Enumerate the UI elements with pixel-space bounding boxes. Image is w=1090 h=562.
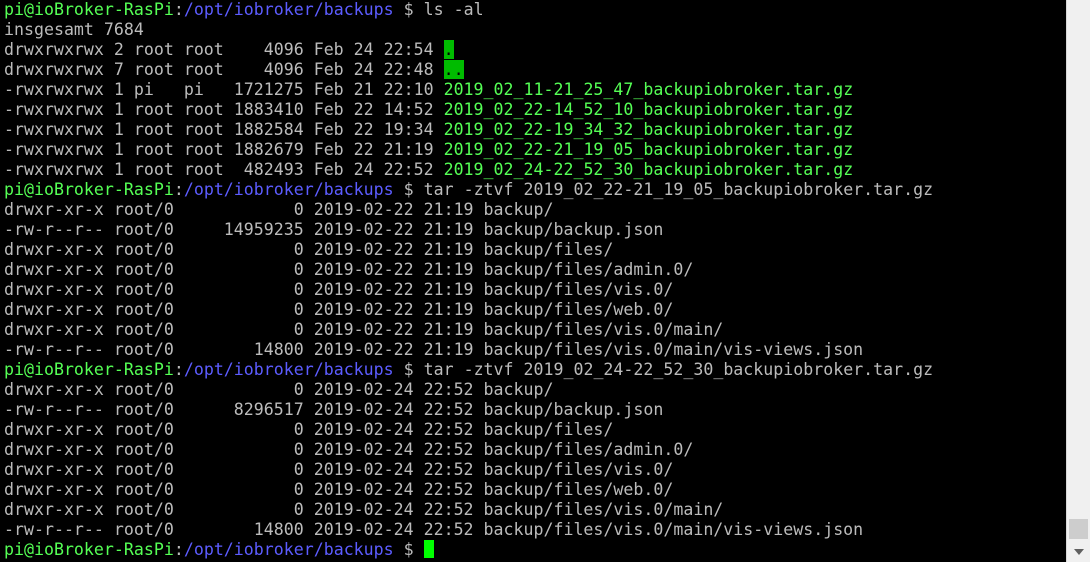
terminal-line: -rwxrwxrwx 1 root root 1882679 Feb 22 21… <box>4 140 933 160</box>
terminal-line: drwxr-xr-x root/0 0 2019-02-24 22:52 bac… <box>4 420 933 440</box>
terminal-text: -rw-r--r-- root/0 14800 2019-02-24 22:52… <box>4 520 864 539</box>
terminal-text: : <box>173 360 184 379</box>
terminal-text: drwxr-xr-x root/0 0 2019-02-24 22:52 bac… <box>4 480 674 499</box>
terminal-line: drwxr-xr-x root/0 0 2019-02-24 22:52 bac… <box>4 460 933 480</box>
directory-name: .. <box>443 60 464 79</box>
terminal-line: -rw-r--r-- root/0 14800 2019-02-22 21:19… <box>4 340 933 360</box>
terminal-text: -rwxrwxrwx 1 root root 482493 Feb 24 22:… <box>4 160 444 179</box>
terminal-text: -rwxrwxrwx 1 root root 1882584 Feb 22 19… <box>4 120 444 139</box>
terminal-line: drwxr-xr-x root/0 0 2019-02-24 22:52 bac… <box>4 480 933 500</box>
directory-name: . <box>443 40 454 59</box>
terminal-line: pi@ioBroker-RasPi:/opt/iobroker/backups … <box>4 180 933 200</box>
terminal-text: drwxr-xr-x root/0 0 2019-02-22 21:19 bac… <box>4 300 674 319</box>
terminal-text: -rw-r--r-- root/0 14959235 2019-02-22 21… <box>4 220 664 239</box>
terminal-text: -rwxrwxrwx 1 root root 1883410 Feb 22 14… <box>4 100 444 119</box>
terminal-window[interactable]: pi@ioBroker-RasPi:/opt/iobroker/backups … <box>0 0 1066 562</box>
terminal-line: pi@ioBroker-RasPi:/opt/iobroker/backups … <box>4 360 933 380</box>
terminal-line: insgesamt 7684 <box>4 20 933 40</box>
prompt-path: /opt/iobroker/backups <box>183 180 394 199</box>
terminal-line: drwxr-xr-x root/0 0 2019-02-22 21:19 bac… <box>4 240 933 260</box>
chevron-down-icon <box>1073 548 1084 555</box>
terminal-text: $ ls -al <box>393 0 484 19</box>
terminal-line: drwxrwxrwx 2 root root 4096 Feb 24 22:54… <box>4 40 933 60</box>
prompt-path: /opt/iobroker/backups <box>183 0 394 19</box>
terminal-line: drwxr-xr-x root/0 0 2019-02-22 21:19 bac… <box>4 300 933 320</box>
terminal-text: $ tar -ztvf 2019_02_22-21_19_05_backupio… <box>393 180 934 199</box>
prompt-path: /opt/iobroker/backups <box>183 540 394 559</box>
prompt-user-host: pi@ioBroker-RasPi <box>4 0 174 19</box>
terminal-line: drwxr-xr-x root/0 0 2019-02-22 21:19 bac… <box>4 280 933 300</box>
terminal-text: -rwxrwxrwx 1 pi pi 1721275 Feb 21 22:10 <box>4 80 444 99</box>
terminal-text: : <box>173 0 184 19</box>
archive-filename: 2019_02_11-21_25_47_backupiobroker.tar.g… <box>443 80 854 99</box>
archive-filename: 2019_02_22-21_19_05_backupiobroker.tar.g… <box>443 140 854 159</box>
terminal-text: drwxr-xr-x root/0 0 2019-02-24 22:52 bac… <box>4 500 724 519</box>
terminal-line: -rw-r--r-- root/0 8296517 2019-02-24 22:… <box>4 400 933 420</box>
archive-filename: 2019_02_24-22_52_30_backupiobroker.tar.g… <box>443 160 854 179</box>
terminal-line: drwxr-xr-x root/0 0 2019-02-24 22:52 bac… <box>4 500 933 520</box>
prompt-user-host: pi@ioBroker-RasPi <box>4 360 174 379</box>
terminal-text: drwxr-xr-x root/0 0 2019-02-22 21:19 bac… <box>4 280 674 299</box>
terminal-line: pi@ioBroker-RasPi:/opt/iobroker/backups … <box>4 540 933 560</box>
prompt-user-host: pi@ioBroker-RasPi <box>4 180 174 199</box>
scroll-down-button[interactable] <box>1067 541 1090 562</box>
terminal-text: $ <box>393 540 424 559</box>
prompt-user-host: pi@ioBroker-RasPi <box>4 540 174 559</box>
vertical-scrollbar[interactable] <box>1066 0 1090 562</box>
terminal-text: drwxrwxrwx 2 root root 4096 Feb 24 22:54 <box>4 40 444 59</box>
terminal-line: drwxr-xr-x root/0 0 2019-02-22 21:19 bac… <box>4 200 933 220</box>
terminal-output[interactable]: pi@ioBroker-RasPi:/opt/iobroker/backups … <box>4 0 933 560</box>
scrollbar-thumb[interactable] <box>1069 519 1088 539</box>
terminal-line: drwxr-xr-x root/0 0 2019-02-22 21:19 bac… <box>4 260 933 280</box>
terminal-line: drwxr-xr-x root/0 0 2019-02-22 21:19 bac… <box>4 320 933 340</box>
terminal-line: -rwxrwxrwx 1 pi pi 1721275 Feb 21 22:10 … <box>4 80 933 100</box>
terminal-cursor <box>423 540 434 558</box>
terminal-text: drwxr-xr-x root/0 0 2019-02-24 22:52 bac… <box>4 440 694 459</box>
terminal-line: drwxr-xr-x root/0 0 2019-02-24 22:52 bac… <box>4 440 933 460</box>
terminal-text: drwxr-xr-x root/0 0 2019-02-22 21:19 bac… <box>4 320 724 339</box>
terminal-text: drwxr-xr-x root/0 0 2019-02-22 21:19 bac… <box>4 200 554 219</box>
terminal-line: -rwxrwxrwx 1 root root 482493 Feb 24 22:… <box>4 160 933 180</box>
terminal-line: pi@ioBroker-RasPi:/opt/iobroker/backups … <box>4 0 933 20</box>
terminal-text: -rwxrwxrwx 1 root root 1882679 Feb 22 21… <box>4 140 444 159</box>
archive-filename: 2019_02_22-14_52_10_backupiobroker.tar.g… <box>443 100 854 119</box>
terminal-text: drwxr-xr-x root/0 0 2019-02-24 22:52 bac… <box>4 420 614 439</box>
terminal-line: -rw-r--r-- root/0 14959235 2019-02-22 21… <box>4 220 933 240</box>
terminal-line: -rwxrwxrwx 1 root root 1882584 Feb 22 19… <box>4 120 933 140</box>
terminal-text: drwxr-xr-x root/0 0 2019-02-24 22:52 bac… <box>4 380 554 399</box>
terminal-line: drwxr-xr-x root/0 0 2019-02-24 22:52 bac… <box>4 380 933 400</box>
terminal-text: insgesamt 7684 <box>4 20 144 39</box>
terminal-text: drwxr-xr-x root/0 0 2019-02-22 21:19 bac… <box>4 260 694 279</box>
prompt-path: /opt/iobroker/backups <box>183 360 394 379</box>
terminal-text: -rw-r--r-- root/0 14800 2019-02-22 21:19… <box>4 340 864 359</box>
terminal-line: -rw-r--r-- root/0 14800 2019-02-24 22:52… <box>4 520 933 540</box>
terminal-text: drwxr-xr-x root/0 0 2019-02-24 22:52 bac… <box>4 460 674 479</box>
terminal-text: -rw-r--r-- root/0 8296517 2019-02-24 22:… <box>4 400 664 419</box>
archive-filename: 2019_02_22-19_34_32_backupiobroker.tar.g… <box>443 120 854 139</box>
terminal-text: $ tar -ztvf 2019_02_24-22_52_30_backupio… <box>393 360 934 379</box>
terminal-text: : <box>173 540 184 559</box>
terminal-line: drwxrwxrwx 7 root root 4096 Feb 24 22:48… <box>4 60 933 80</box>
terminal-text: : <box>173 180 184 199</box>
terminal-line: -rwxrwxrwx 1 root root 1883410 Feb 22 14… <box>4 100 933 120</box>
terminal-text: drwxrwxrwx 7 root root 4096 Feb 24 22:48 <box>4 60 444 79</box>
terminal-text: drwxr-xr-x root/0 0 2019-02-22 21:19 bac… <box>4 240 614 259</box>
